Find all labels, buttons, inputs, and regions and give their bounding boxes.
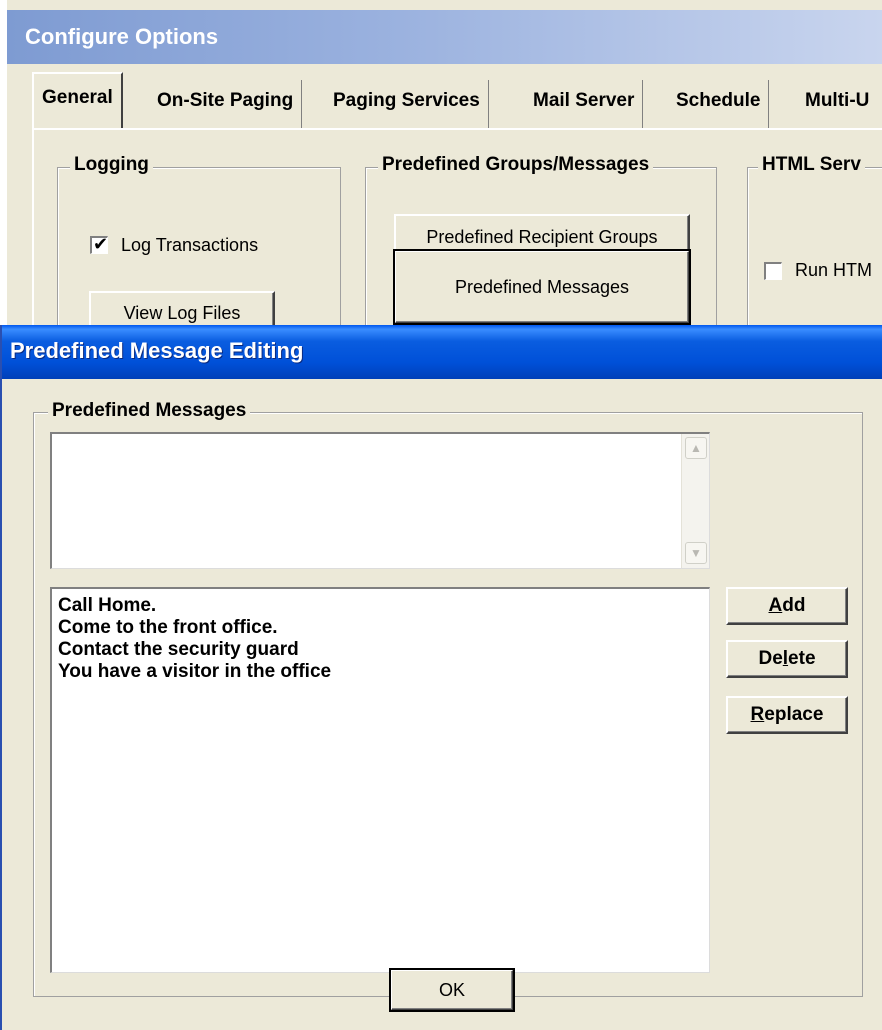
up-arrow-icon[interactable]: ▲ (685, 437, 707, 459)
message-editor: ▲ ▼ (50, 432, 710, 569)
button-label: View Log Files (123, 302, 241, 323)
tab-multi[interactable]: Multi-U (797, 80, 877, 128)
button-accelerator: A (768, 595, 783, 616)
configure-options-titlebar[interactable]: Configure Options (7, 10, 882, 64)
dialog-body: Predefined Messages ▲ ▼ Call Home. Come … (0, 325, 882, 1030)
log-transactions-checkbox[interactable]: ✔ (90, 234, 109, 254)
ok-button[interactable]: OK (389, 968, 515, 1012)
list-item[interactable]: Contact the security guard (58, 639, 709, 661)
tab-label: Schedule (676, 90, 761, 111)
button-label: OK (438, 979, 465, 1000)
tab-label: Mail Server (533, 90, 635, 111)
editor-scrollbar[interactable]: ▲ ▼ (681, 434, 709, 568)
button-label-pre: De (758, 648, 783, 669)
predefined-messages-list[interactable]: Call Home. Come to the front office. Con… (50, 587, 710, 973)
html-server-legend: HTML Serv (758, 154, 865, 176)
message-text-input[interactable] (58, 438, 668, 563)
tab-label: Multi-U (805, 90, 870, 111)
check-mark-icon: ✔ (93, 234, 109, 254)
tab-general[interactable]: General (32, 72, 123, 128)
tab-on-site-paging[interactable]: On-Site Paging (149, 80, 303, 128)
predefined-messages-button[interactable]: Predefined Messages (393, 249, 691, 325)
run-html-server-checkbox[interactable] (764, 262, 782, 280)
button-label-post: ete (788, 648, 816, 669)
tab-mail-server[interactable]: Mail Server (525, 80, 644, 128)
button-label-post: eplace (764, 704, 824, 725)
list-item[interactable]: Come to the front office. (58, 617, 709, 639)
list-item[interactable]: You have a visitor in the office (58, 661, 709, 683)
tab-paging-services[interactable]: Paging Services (325, 80, 489, 128)
button-label: Predefined Recipient Groups (426, 226, 658, 247)
button-label-post: dd (782, 595, 806, 616)
configure-options-title: Configure Options (25, 24, 219, 49)
tab-label: General (42, 87, 113, 108)
predefined-groups-legend: Predefined Groups/Messages (378, 154, 654, 176)
log-transactions-label: Log Transactions (121, 235, 259, 255)
tab-schedule[interactable]: Schedule (668, 80, 770, 128)
logging-legend: Logging (70, 154, 153, 176)
tab-strip: General On-Site Paging Paging Services M… (32, 72, 882, 130)
button-accelerator: R (750, 704, 765, 725)
tab-label: On-Site Paging (157, 90, 294, 111)
run-html-server-label: Run HTM (795, 260, 873, 280)
add-button[interactable]: Add (726, 587, 848, 625)
predefined-messages-legend: Predefined Messages (48, 400, 251, 422)
down-arrow-icon[interactable]: ▼ (685, 542, 707, 564)
tab-label: Paging Services (333, 90, 480, 111)
delete-button[interactable]: De l ete (726, 640, 848, 678)
list-item[interactable]: Call Home. (58, 595, 709, 617)
button-label: Predefined Messages (454, 276, 630, 297)
replace-button[interactable]: Replace (726, 696, 848, 734)
